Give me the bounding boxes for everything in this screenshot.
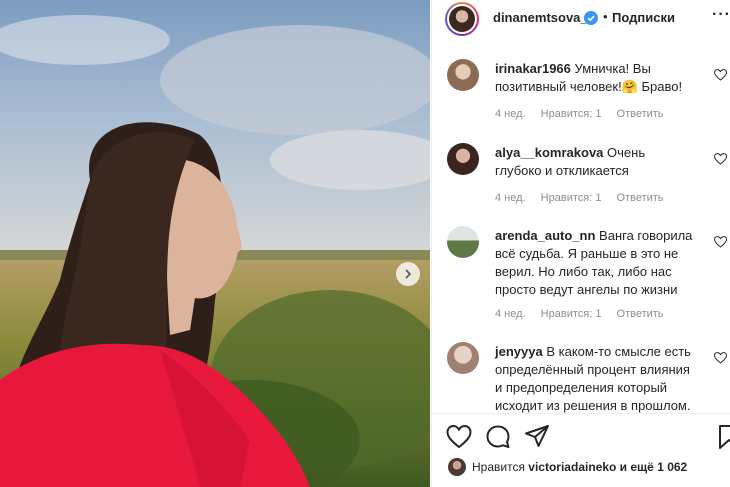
- reply-button[interactable]: Ответить: [617, 192, 664, 204]
- comments-list: irinakar1966 Умничка! Вы позитивный чело…: [432, 53, 730, 413]
- chevron-right-icon: [405, 269, 412, 279]
- commenter-username[interactable]: arenda_auto_nn: [495, 228, 595, 243]
- post-actions: [432, 413, 730, 459]
- commenter-avatar[interactable]: [447, 59, 479, 91]
- comment-meta: 4 нед. Нравится: 1 Ответить: [495, 192, 676, 204]
- comment-likes[interactable]: Нравится: 1: [541, 308, 602, 320]
- likes-count[interactable]: и ещё 1 062: [620, 460, 688, 474]
- heart-icon[interactable]: [714, 69, 727, 81]
- share-icon[interactable]: [524, 424, 550, 450]
- reply-button[interactable]: Ответить: [617, 108, 664, 120]
- heart-icon[interactable]: [446, 424, 472, 450]
- comment-likes[interactable]: Нравится: 1: [541, 108, 602, 120]
- author-avatar[interactable]: [445, 2, 479, 36]
- commenter-username[interactable]: jenyyya: [495, 344, 543, 359]
- comment-time[interactable]: 4 нед.: [495, 108, 526, 120]
- verified-badge-icon: [584, 11, 598, 25]
- heart-icon[interactable]: [714, 153, 727, 165]
- post-side-panel: dinanemtsova_ • Подписки ··· irinakar196…: [431, 0, 730, 487]
- post-header: dinanemtsova_ • Подписки ···: [432, 0, 730, 38]
- heart-icon[interactable]: [714, 352, 727, 364]
- comment-item: alya__komrakova Очень глубоко и откликае…: [432, 137, 730, 217]
- photo-illustration: [0, 0, 430, 487]
- liker-username[interactable]: victoriadaineko: [528, 460, 616, 474]
- liker-avatar[interactable]: [448, 458, 466, 476]
- commenter-username[interactable]: irinakar1966: [495, 61, 571, 76]
- commenter-username[interactable]: alya__komrakova: [495, 145, 603, 160]
- following-button[interactable]: Подписки: [612, 10, 675, 25]
- reply-button[interactable]: Ответить: [617, 308, 664, 320]
- comment-icon[interactable]: [485, 424, 511, 450]
- comment-meta: 4 нед. Нравится: 1 Ответить: [495, 108, 676, 120]
- comment-item: irinakar1966 Умничка! Вы позитивный чело…: [432, 53, 730, 133]
- comment-item: arenda_auto_nn Ванга говорила всё судьба…: [432, 220, 730, 335]
- comment-item: jenyyya В каком-то смысле есть определён…: [432, 336, 730, 413]
- separator-dot: •: [603, 9, 608, 24]
- comment-likes[interactable]: Нравится: 1: [541, 192, 602, 204]
- commenter-avatar[interactable]: [447, 143, 479, 175]
- author-username[interactable]: dinanemtsova_: [493, 10, 588, 25]
- likes-prefix: Нравится: [472, 460, 525, 474]
- avatar-image: [449, 6, 475, 32]
- comment-meta: 4 нед. Нравится: 1 Ответить: [495, 308, 676, 320]
- comment-time[interactable]: 4 нед.: [495, 308, 526, 320]
- next-photo-button[interactable]: [396, 262, 420, 286]
- post-photo: [0, 0, 430, 487]
- more-options-icon[interactable]: ···: [712, 6, 730, 24]
- likes-summary: Нравится victoriadaineko и ещё 1 062: [448, 458, 687, 476]
- commenter-avatar[interactable]: [447, 226, 479, 258]
- heart-icon[interactable]: [714, 236, 727, 248]
- bookmark-icon[interactable]: [716, 424, 730, 450]
- commenter-avatar[interactable]: [447, 342, 479, 374]
- comment-time[interactable]: 4 нед.: [495, 192, 526, 204]
